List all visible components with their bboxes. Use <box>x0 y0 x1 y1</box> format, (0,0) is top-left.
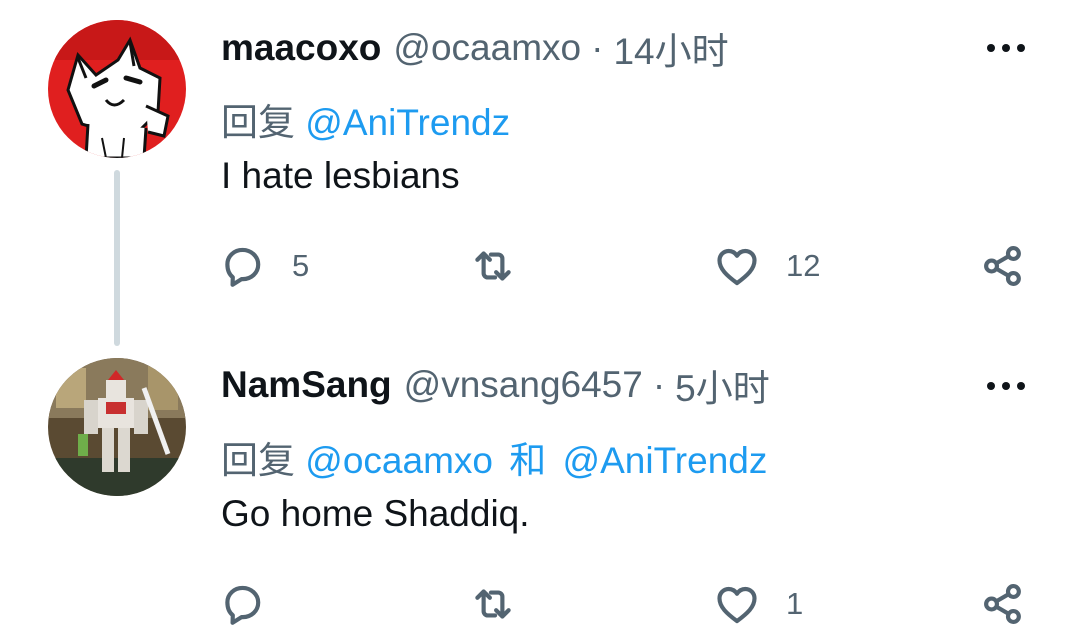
more-button[interactable] <box>984 26 1028 70</box>
user-handle[interactable]: @ocaamxo <box>393 27 581 69</box>
tweet-text: Go home Shaddiq. <box>221 493 530 534</box>
mention-link[interactable]: @ocaamxo <box>305 440 493 481</box>
replying-to: 回复 @AniTrendz <box>221 92 510 146</box>
reply-button[interactable]: 5 <box>218 236 309 296</box>
cat-avatar-image <box>48 20 186 158</box>
tweet[interactable]: NamSang @vnsang6457 · 5小时 回复 @ocaamxo 和 … <box>0 336 1080 642</box>
like-button[interactable]: 12 <box>712 236 820 296</box>
tweet-header: NamSang @vnsang6457 · 5小时 <box>221 360 770 410</box>
comment-bubble-icon <box>225 585 261 625</box>
tweet-header: maacoxo @ocaamxo · 14小时 <box>221 23 729 73</box>
user-handle[interactable]: @vnsang6457 <box>404 364 643 406</box>
heart-icon <box>717 248 757 286</box>
mention-link[interactable]: @AniTrendz <box>305 102 510 143</box>
thread-line <box>114 170 120 346</box>
share-button[interactable] <box>978 574 1028 634</box>
tweet-text: I hate lesbians <box>221 155 460 196</box>
like-count: 12 <box>786 248 821 283</box>
more-horizontal-icon <box>987 382 1025 390</box>
display-name[interactable]: NamSang <box>221 364 392 406</box>
share-nodes-icon <box>984 584 1021 624</box>
retweet-button[interactable] <box>468 574 542 634</box>
tweet[interactable]: maacoxo @ocaamxo · 14小时 回复 @AniTrendz I … <box>0 0 1080 346</box>
share-button[interactable] <box>978 236 1028 296</box>
retweet-arrows-icon <box>475 589 511 619</box>
reply-button[interactable] <box>218 574 292 634</box>
like-count: 1 <box>786 586 804 621</box>
avatar[interactable] <box>48 358 186 496</box>
tweet-actions: 1 <box>218 574 1038 634</box>
retweet-button[interactable] <box>468 236 542 296</box>
like-button[interactable]: 1 <box>712 574 803 634</box>
gundam-avatar-image <box>48 358 186 496</box>
reply-prefix: 回复 <box>221 102 295 143</box>
reply-count: 5 <box>292 248 310 283</box>
more-horizontal-icon <box>987 44 1025 52</box>
avatar[interactable] <box>48 20 186 158</box>
separator-dot: · <box>652 364 666 405</box>
share-nodes-icon <box>984 246 1021 286</box>
mention-link[interactable]: @AniTrendz <box>563 440 768 481</box>
reply-conjunction: 和 <box>509 440 547 481</box>
timestamp[interactable]: 5小时 <box>675 358 770 412</box>
comment-bubble-icon <box>225 247 261 287</box>
display-name[interactable]: maacoxo <box>221 27 381 69</box>
separator-dot: · <box>591 27 604 68</box>
retweet-arrows-icon <box>475 251 511 281</box>
heart-icon <box>717 586 757 624</box>
reply-prefix: 回复 <box>221 440 295 481</box>
replying-to: 回复 @ocaamxo 和 @AniTrendz <box>221 430 767 484</box>
more-button[interactable] <box>984 364 1028 408</box>
timestamp[interactable]: 14小时 <box>613 21 728 75</box>
tweet-actions: 5 12 <box>218 236 1038 296</box>
